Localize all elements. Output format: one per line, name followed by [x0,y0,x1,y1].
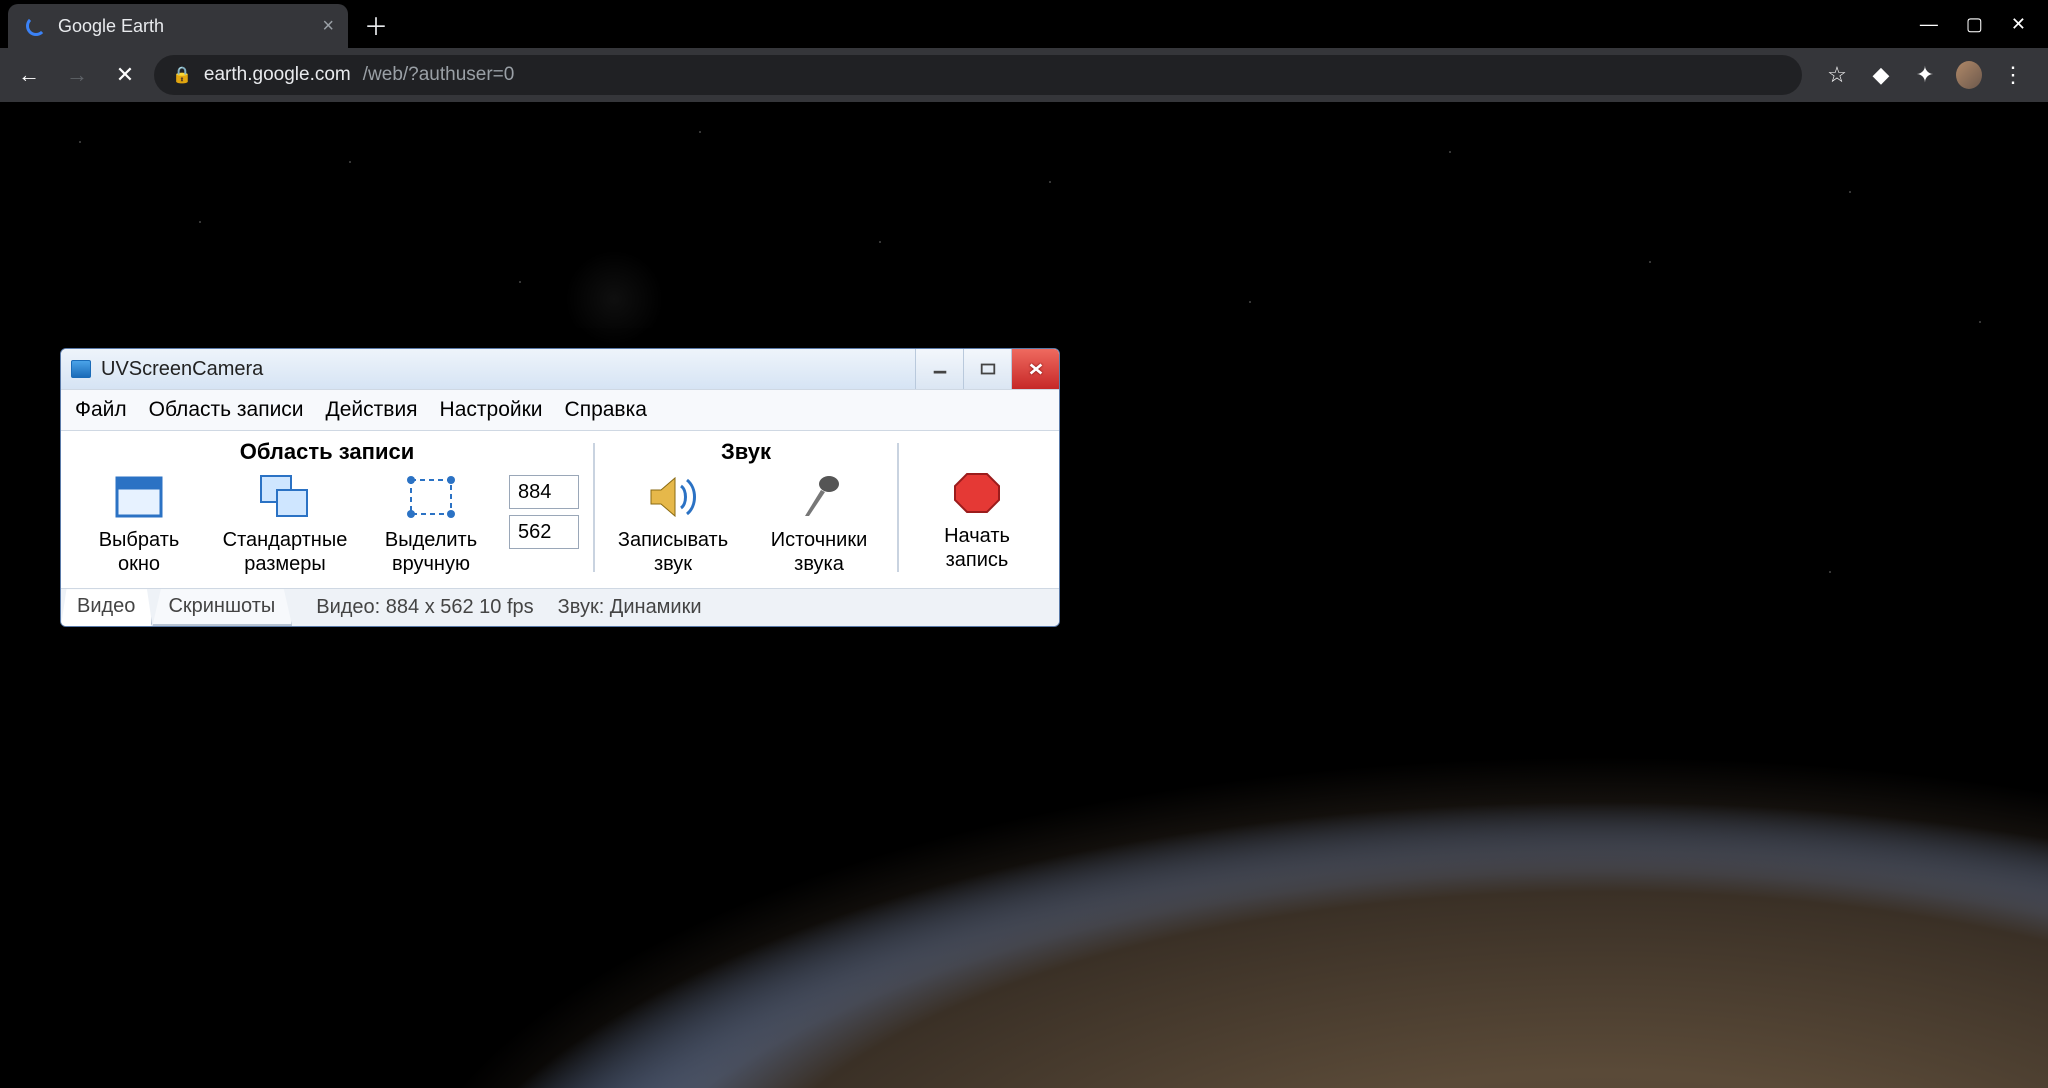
uv-tab-video[interactable]: Видео [61,589,152,626]
omnibox[interactable]: 🔒 earth.google.com/web/?authuser=0 [154,55,1802,95]
profile-avatar[interactable] [1956,62,1982,88]
uv-record-sound-button[interactable]: Записыватьзвук [609,471,737,576]
uv-status-sound: Звук: Динамики [534,596,702,619]
window-icon [111,471,167,523]
uv-group-area: Область записи Выбратьокно С [75,439,579,576]
back-button[interactable]: ← [10,56,48,94]
uv-select-manual-label: Выделитьвручную [385,529,477,576]
uv-start-record-label: Начатьзапись [944,525,1010,572]
uv-separator [593,443,595,572]
url-host: earth.google.com [204,64,351,86]
uv-group-area-header: Область записи [240,439,414,465]
uv-titlebar[interactable]: UVScreenCamera [61,349,1059,389]
uv-menu-actions[interactable]: Действия [326,398,418,422]
tab-close-icon[interactable]: × [322,15,334,38]
uv-status-video: Видео: 884 x 562 10 fps [292,596,533,619]
uv-start-record-button[interactable]: Начатьзапись [913,467,1041,572]
standard-sizes-icon [257,471,313,523]
uv-toolbar: Область записи Выбратьокно С [61,431,1059,588]
tab-bar: Google Earth × ＋ ― ▢ ✕ [0,0,2048,48]
uv-height-input[interactable] [509,515,579,549]
uv-record-sound-label: Записыватьзвук [618,529,728,576]
uv-menu-help[interactable]: Справка [565,398,647,422]
uv-title-text: UVScreenCamera [101,358,915,381]
browser-chrome: Google Earth × ＋ ― ▢ ✕ ← → ✕ 🔒 earth.goo… [0,0,2048,102]
uv-select-manual-button[interactable]: Выделитьвручную [367,471,495,576]
new-tab-button[interactable]: ＋ [348,7,404,42]
uv-app-icon [71,360,91,378]
window-minimize-icon[interactable]: ― [1920,14,1938,35]
uv-select-window-button[interactable]: Выбратьокно [75,471,203,576]
url-path: /web/?authuser=0 [363,64,515,86]
uv-maximize-button[interactable] [963,349,1011,389]
address-bar: ← → ✕ 🔒 earth.google.com/web/?authuser=0… [0,48,2048,102]
kebab-menu-icon[interactable]: ⋮ [2000,62,2026,88]
window-controls: ― ▢ ✕ [1920,14,2048,35]
uv-tab-screenshots[interactable]: Скриншоты [152,589,292,626]
page-content-earth[interactable]: UVScreenCamera Файл Область записи Дейст… [0,102,2048,1088]
uv-statusbar: Видео Скриншоты Видео: 884 x 562 10 fps … [61,588,1059,626]
browser-tab[interactable]: Google Earth × [8,4,348,48]
forward-button[interactable]: → [58,56,96,94]
uv-sound-sources-button[interactable]: Источникизвука [755,471,883,576]
uv-group-sound-header: Звук [721,439,771,465]
uv-standard-sizes-button[interactable]: Стандартныеразмеры [221,471,349,576]
microphone-icon [791,471,847,523]
uv-sound-sources-label: Источникизвука [771,529,868,576]
extensions-puzzle-icon[interactable]: ✦ [1912,62,1938,88]
uv-menubar: Файл Область записи Действия Настройки С… [61,389,1059,431]
toolbar-icons: ☆ ◆ ✦ ⋮ [1812,62,2038,88]
window-maximize-icon[interactable]: ▢ [1966,14,1983,35]
uv-menu-area[interactable]: Область записи [149,398,304,422]
uv-menu-settings[interactable]: Настройки [440,398,543,422]
uv-separator [897,443,899,572]
bookmark-star-icon[interactable]: ☆ [1824,62,1850,88]
stop-reload-button[interactable]: ✕ [106,56,144,94]
uv-select-window-label: Выбратьокно [99,529,180,576]
uv-menu-file[interactable]: Файл [75,398,127,422]
uv-minimize-button[interactable] [915,349,963,389]
uv-group-record: Начатьзапись [913,439,1041,572]
selection-rect-icon [403,471,459,523]
uv-group-sound: Звук Записыватьзвук [609,439,883,576]
window-close-icon[interactable]: ✕ [2011,14,2026,35]
lock-icon: 🔒 [172,65,192,85]
uvscreencamera-window[interactable]: UVScreenCamera Файл Область записи Дейст… [60,348,1060,627]
loading-spinner-icon [26,16,46,36]
uv-dimension-inputs [509,475,579,549]
uv-width-input[interactable] [509,475,579,509]
brave-shield-icon[interactable]: ◆ [1868,62,1894,88]
uv-standard-sizes-label: Стандартныеразмеры [223,529,348,576]
tab-title: Google Earth [58,16,310,37]
uv-close-button[interactable] [1011,349,1059,389]
speaker-icon [645,471,701,523]
record-stop-icon [949,467,1005,519]
